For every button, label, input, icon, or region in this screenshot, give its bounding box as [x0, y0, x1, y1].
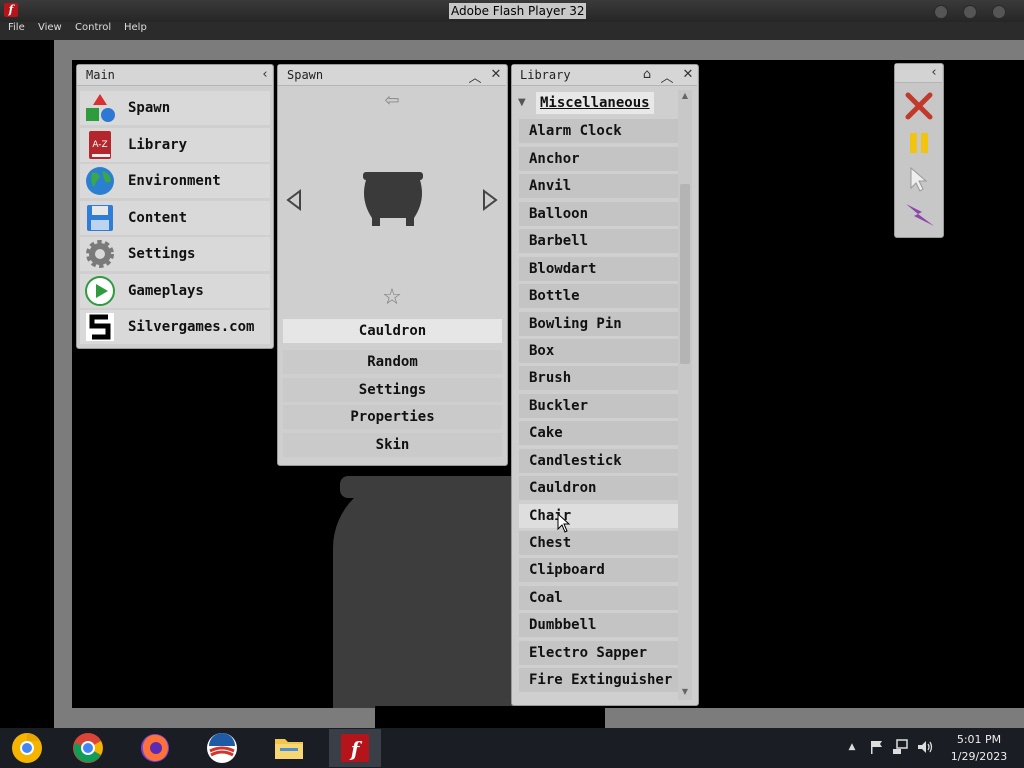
- silvergames-logo-icon: [86, 313, 114, 341]
- library-item[interactable]: Dumbbell: [519, 613, 682, 637]
- maximize-button[interactable]: [963, 5, 977, 19]
- library-panel-title: Library: [520, 68, 571, 82]
- collapse-chevron-icon[interactable]: ‹: [257, 67, 273, 83]
- svg-text:A-Z: A-Z: [92, 140, 107, 150]
- library-scrollbar-thumb[interactable]: [680, 184, 690, 364]
- globe-icon: [86, 167, 114, 195]
- library-item[interactable]: Coal: [519, 586, 682, 610]
- close-icon[interactable]: ✕: [488, 67, 504, 83]
- library-item[interactable]: Cake: [519, 421, 682, 445]
- close-icon[interactable]: ✕: [680, 67, 696, 83]
- file-explorer-icon[interactable]: [272, 731, 306, 765]
- library-item[interactable]: Anvil: [519, 174, 682, 198]
- library-item[interactable]: Barbell: [519, 229, 682, 253]
- chrome-canary-icon[interactable]: [10, 731, 44, 765]
- library-item[interactable]: Bottle: [519, 284, 682, 308]
- library-item[interactable]: Buckler: [519, 394, 682, 418]
- minimize-chevron-up-icon[interactable]: ︿: [467, 67, 483, 86]
- skin-button[interactable]: Skin: [283, 433, 502, 457]
- gear-icon: [86, 240, 114, 268]
- library-item[interactable]: Bowling Pin: [519, 312, 682, 336]
- main-item-label: Content: [128, 210, 188, 226]
- close-x-icon[interactable]: [904, 91, 934, 121]
- firefox-icon[interactable]: [138, 731, 172, 765]
- library-item[interactable]: Blowdart: [519, 257, 682, 281]
- main-item-label: Spawn: [128, 100, 171, 116]
- floppy-disk-icon: [87, 205, 113, 231]
- spawn-settings-button[interactable]: Settings: [283, 378, 502, 402]
- stage-frame-gap: [375, 706, 605, 728]
- scroll-down-arrow-icon[interactable]: ▼: [678, 686, 692, 698]
- library-item[interactable]: Electro Sapper: [519, 641, 682, 665]
- lightning-icon[interactable]: [902, 200, 936, 230]
- selected-object-name: Cauldron: [283, 319, 502, 343]
- back-arrow-icon[interactable]: ⇦: [379, 92, 405, 110]
- random-button[interactable]: Random: [283, 350, 502, 374]
- minimize-chevron-up-icon[interactable]: ︿: [659, 67, 675, 86]
- main-item-label: Gameplays: [128, 283, 204, 299]
- main-panel-title: Main: [86, 68, 115, 82]
- library-item[interactable]: Chest: [519, 531, 682, 555]
- library-item[interactable]: Box: [519, 339, 682, 363]
- pause-icon[interactable]: [906, 130, 932, 156]
- favorite-star-icon[interactable]: ☆: [380, 286, 404, 310]
- scroll-up-arrow-icon[interactable]: ▲: [678, 90, 692, 102]
- minimize-button[interactable]: [934, 5, 948, 19]
- pointer-icon[interactable]: [908, 166, 930, 192]
- collapse-chevron-icon[interactable]: ‹: [926, 65, 942, 81]
- clock-date[interactable]: 1/29/2023: [940, 750, 1018, 763]
- stage-frame-left: [54, 40, 72, 728]
- prev-arrow-icon[interactable]: [286, 189, 302, 211]
- spawn-shapes-icon: [86, 94, 115, 122]
- library-item-hovered[interactable]: Chair: [519, 504, 682, 528]
- menu-bar: [0, 22, 1024, 40]
- main-item-label: Environment: [128, 173, 221, 189]
- expand-triangle-icon[interactable]: ▼: [518, 95, 530, 111]
- library-item[interactable]: Candlestick: [519, 449, 682, 473]
- flash-player-icon[interactable]: f: [338, 731, 372, 765]
- volume-icon[interactable]: [916, 739, 934, 755]
- library-item[interactable]: Fire Extinguisher: [519, 668, 682, 692]
- spawn-panel-title: Spawn: [287, 68, 324, 82]
- play-icon: [85, 276, 115, 306]
- library-item[interactable]: Cauldron: [519, 476, 682, 500]
- flash-app-icon: f: [4, 3, 18, 17]
- menu-help[interactable]: Help: [124, 22, 147, 40]
- main-item-label: Library: [128, 137, 188, 153]
- main-item-label: Settings: [128, 246, 196, 262]
- library-item[interactable]: Balloon: [519, 202, 682, 226]
- menu-control[interactable]: Control: [75, 22, 111, 40]
- network-icon[interactable]: [892, 739, 910, 755]
- clock-time[interactable]: 5:01 PM: [940, 733, 1018, 746]
- properties-button[interactable]: Properties: [283, 405, 502, 429]
- flag-icon[interactable]: [869, 739, 885, 755]
- library-item[interactable]: Brush: [519, 366, 682, 390]
- chrome-icon[interactable]: [71, 731, 105, 765]
- mouse-cursor-icon: [557, 513, 571, 533]
- show-hidden-icons-chevron-icon[interactable]: ▲: [846, 740, 858, 754]
- home-icon[interactable]: ⌂: [639, 67, 655, 83]
- library-scrollbar-track[interactable]: [678, 90, 692, 700]
- library-item[interactable]: Clipboard: [519, 558, 682, 582]
- menu-view[interactable]: View: [38, 22, 62, 40]
- stage-frame-top: [54, 40, 1024, 60]
- cauldron-preview-icon: [363, 172, 423, 226]
- menu-file[interactable]: File: [8, 22, 25, 40]
- category-header[interactable]: Miscellaneous: [536, 92, 654, 114]
- main-item-label: Silvergames.com: [128, 319, 255, 335]
- close-window-button[interactable]: [992, 5, 1006, 19]
- library-item[interactable]: Alarm Clock: [519, 119, 682, 143]
- library-item[interactable]: Anchor: [519, 147, 682, 171]
- obama-logo-icon[interactable]: [205, 731, 239, 765]
- next-arrow-icon[interactable]: [482, 189, 498, 211]
- window-title: Adobe Flash Player 32: [449, 3, 587, 19]
- library-book-icon: A-Z: [89, 131, 111, 159]
